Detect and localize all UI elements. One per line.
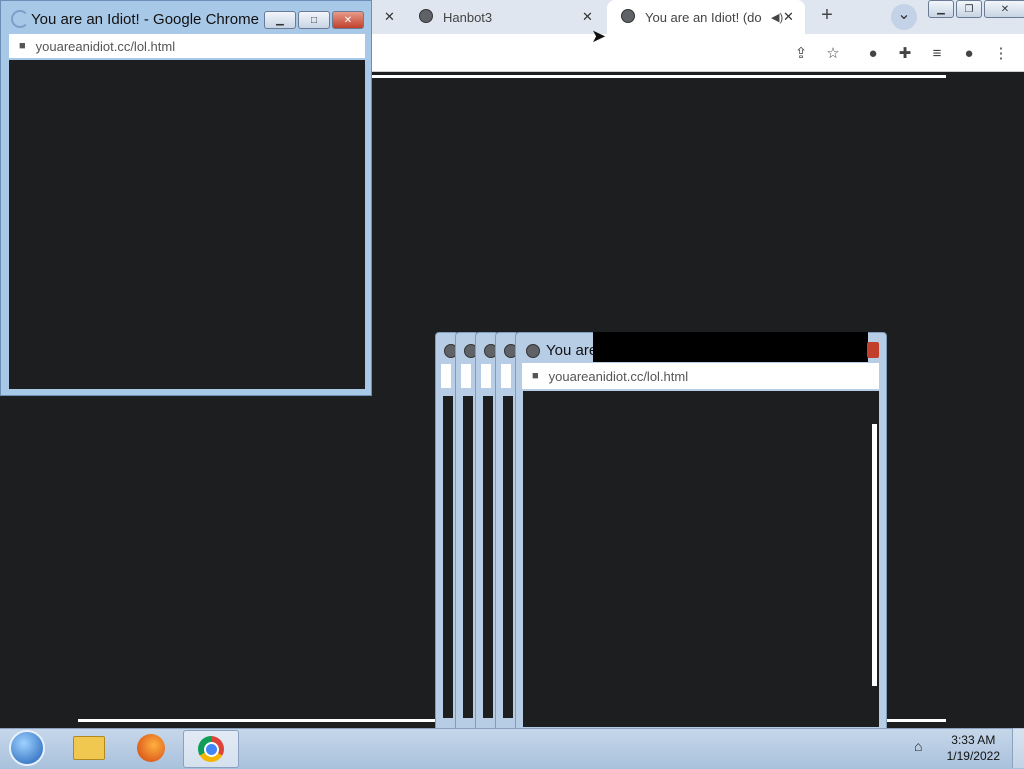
popup-content (483, 396, 493, 718)
share-icon[interactable]: ⇪ (790, 42, 812, 64)
chrome-icon (198, 736, 224, 762)
popup-content (463, 396, 473, 718)
tab-label: You are an Idiot! (do (645, 9, 762, 25)
clock-time: 3:33 AM (951, 733, 996, 747)
minimize-button[interactable]: ▁ (928, 0, 954, 18)
tab-hanbot3[interactable]: Hanbot3 (405, 0, 605, 34)
loading-spinner-icon (11, 10, 29, 28)
profile-icon[interactable]: ● (958, 42, 980, 64)
menu-kebab-icon[interactable]: ⋮ (990, 42, 1012, 64)
show-desktop-button[interactable] (1012, 728, 1024, 768)
globe-icon (419, 8, 433, 26)
close-window-button[interactable]: ✕ (332, 11, 364, 29)
speaker-icon[interactable]: ◀) (771, 11, 783, 24)
start-button[interactable] (0, 730, 54, 766)
clock[interactable]: 3:33 AM 1/19/2022 (947, 732, 1000, 764)
url-text: youareanidiot.cc/lol.html (548, 368, 689, 384)
address-bar (501, 364, 511, 388)
address-bar (441, 364, 451, 388)
clock-date: 1/19/2022 (946, 749, 1000, 763)
popup-content (443, 396, 453, 718)
extension-ninja-icon[interactable]: ● (862, 42, 884, 64)
media-control-icon[interactable]: ≡ (926, 42, 948, 64)
address-bar (461, 364, 471, 388)
windows-logo-icon (9, 730, 45, 766)
taskbar-explorer-button[interactable] (62, 730, 116, 766)
minimize-button[interactable]: ▁ (264, 11, 296, 29)
mouse-cursor-icon: ➤ (591, 26, 607, 46)
taskbar-chrome-button[interactable] (183, 730, 239, 768)
tab-close-icon[interactable]: ✕ (783, 9, 794, 25)
extensions-puzzle-icon[interactable]: ✚ (894, 42, 916, 64)
popup-title: You are an Idiot! - Google Chrome (31, 11, 259, 28)
tab-close-icon[interactable]: ✕ (582, 9, 593, 25)
scrollbar[interactable] (872, 424, 877, 686)
folder-icon (73, 736, 105, 760)
popup-content (503, 396, 513, 718)
url-text: youareanidiot.cc/lol.html (35, 38, 176, 54)
restore-button[interactable]: ❐ (956, 0, 982, 18)
globe-icon (621, 8, 635, 26)
tab-close-icon[interactable]: ✕ (384, 9, 395, 25)
new-tab-button[interactable]: + (815, 4, 839, 28)
tab-search-button[interactable]: ⌄ (891, 4, 917, 30)
address-bar (481, 364, 491, 388)
globe-icon (526, 344, 540, 363)
lock-icon: ■ (19, 40, 26, 52)
main-caption-buttons: ▁ ❐ ✕ (928, 0, 1024, 18)
network-icon[interactable]: ⌂ (914, 738, 922, 754)
lock-icon: ■ (532, 370, 539, 382)
address-bar[interactable]: ■ youareanidiot.cc/lol.html (9, 34, 365, 58)
bookmark-star-icon[interactable]: ☆ (822, 42, 844, 64)
taskbar-firefox-button[interactable] (124, 730, 178, 766)
tab-you-are-an-idiot[interactable]: You are an Idiot! (do ◀) (607, 0, 805, 34)
stacked-popups: You are ■ youareanidiot.cc/lol.html (435, 332, 890, 729)
address-bar[interactable]: ■ youareanidiot.cc/lol.html (522, 363, 879, 389)
page-border-line (370, 75, 946, 78)
tab-label: Hanbot3 (443, 9, 493, 25)
close-window-button[interactable]: ✕ (984, 0, 1024, 18)
redaction-bar (593, 332, 868, 362)
close-window-button[interactable] (867, 342, 879, 358)
firefox-icon (137, 734, 165, 762)
popup-content (9, 60, 365, 389)
popup-content (523, 391, 879, 727)
idiot-popup-window: You are an Idiot! - Google Chrome ▁ □ ✕ … (0, 0, 372, 396)
maximize-button[interactable]: □ (298, 11, 330, 29)
popup-title: You are (546, 342, 598, 359)
popup-caption-buttons: ▁ □ ✕ (264, 11, 366, 29)
